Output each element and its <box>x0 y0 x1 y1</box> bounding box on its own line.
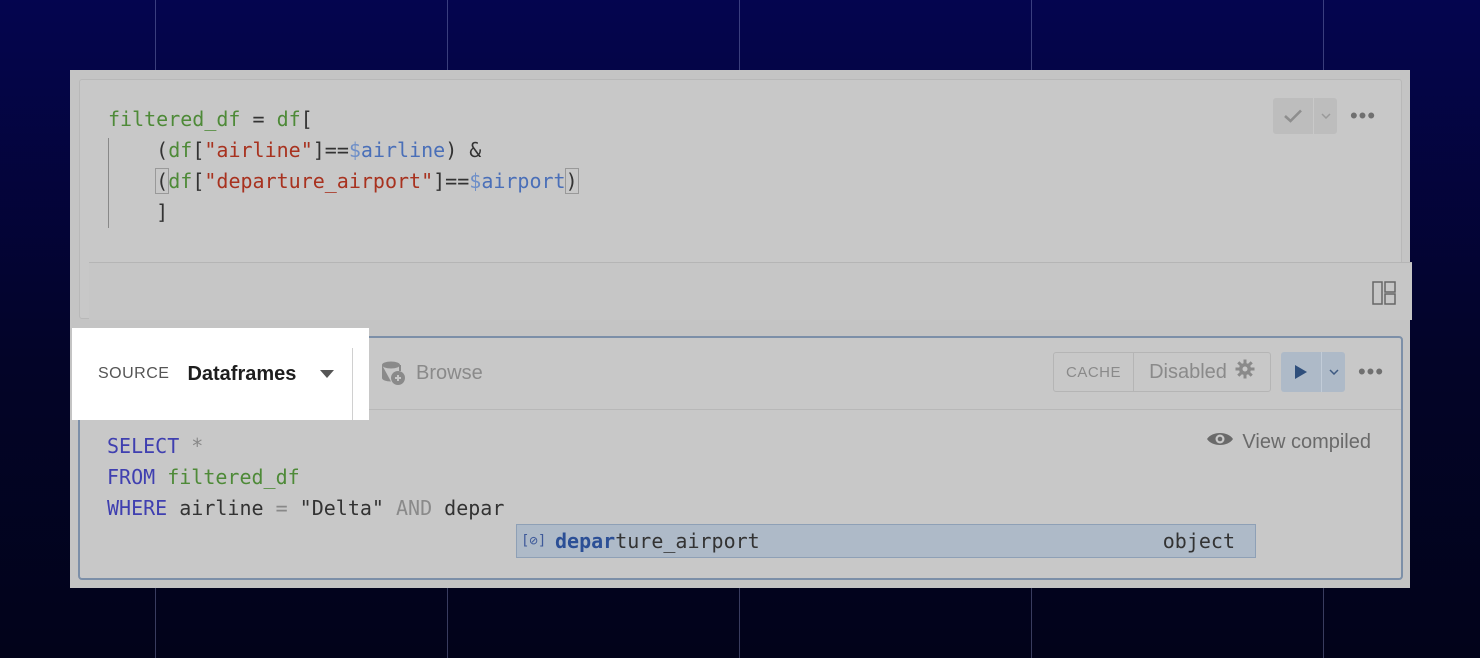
more-options-button[interactable]: ••• <box>1353 354 1389 390</box>
cache-label: CACHE <box>1054 353 1134 391</box>
code-token: $ <box>469 169 482 193</box>
variable-icon: [⊘] <box>521 533 547 549</box>
code-token: airline <box>360 138 446 162</box>
caret-down-icon[interactable] <box>320 370 335 378</box>
cache-control[interactable]: CACHE Disabled <box>1053 352 1271 392</box>
sql-cell[interactable]: SOURCE Dataframes Browse CACHE Disabled … <box>72 328 1403 580</box>
autocomplete-type: object <box>1162 529 1235 553</box>
notebook-stage: filtered_df = df[ (df["airline"]==$airli… <box>70 70 1412 588</box>
view-compiled-label: View compiled <box>1242 430 1371 453</box>
code-token: ) & <box>445 138 482 162</box>
more-options-button[interactable]: ••• <box>1345 98 1381 134</box>
code-token: ]== <box>312 138 349 162</box>
divider <box>352 348 353 420</box>
code-token: df <box>276 107 301 131</box>
play-icon[interactable] <box>1281 352 1321 392</box>
code-token: df <box>168 138 193 162</box>
code-token: * <box>179 434 204 458</box>
code-token: "departure_airport" <box>204 169 434 193</box>
code-token: airport <box>481 169 566 193</box>
database-browse-icon <box>380 360 406 386</box>
sql-code-editor[interactable]: SELECT * FROM filtered_df WHERE airline … <box>107 431 504 524</box>
code-token: [ <box>192 169 205 193</box>
run-button-group[interactable] <box>1281 352 1345 392</box>
code-token: WHERE <box>107 496 168 520</box>
code-token: "Delta" <box>287 496 397 520</box>
code-token: ( <box>156 138 169 162</box>
python-cell-actions: ••• <box>1273 98 1381 134</box>
python-cell[interactable]: filtered_df = df[ (df["airline"]==$airli… <box>79 79 1412 320</box>
code-token: airline <box>167 496 276 520</box>
code-token: filtered_df <box>155 465 300 489</box>
cache-toggle[interactable]: Disabled <box>1134 353 1270 391</box>
code-token: ]== <box>433 169 470 193</box>
autocomplete-match: depar <box>555 529 616 553</box>
code-token: ] <box>156 200 169 224</box>
code-token: filtered_df <box>108 107 241 131</box>
autocomplete-rest: ture_airport <box>615 529 760 553</box>
code-token: = <box>240 107 277 131</box>
sql-toolbar: SOURCE Dataframes Browse CACHE Disabled … <box>72 328 1401 420</box>
browse-label: Browse <box>416 361 483 384</box>
source-selector[interactable]: SOURCE Dataframes <box>72 328 369 420</box>
code-token: SELECT <box>107 434 180 458</box>
code-token: [ <box>300 107 313 131</box>
code-token: df <box>168 169 193 193</box>
code-token: FROM <box>107 465 156 489</box>
code-token: ) <box>564 168 579 194</box>
python-code-editor[interactable]: filtered_df = df[ (df["airline"]==$airli… <box>108 104 579 228</box>
gear-icon[interactable] <box>1235 359 1255 385</box>
code-token: depar <box>432 496 505 520</box>
code-token: [ <box>192 138 205 162</box>
source-label: SOURCE <box>98 365 170 382</box>
code-token: = <box>275 496 288 520</box>
autocomplete-suggestion[interactable]: [⊘] depar ture_airport object <box>516 524 1256 558</box>
code-token: ( <box>155 168 170 194</box>
code-token: AND <box>396 496 433 520</box>
check-icon[interactable] <box>1273 98 1313 134</box>
chevron-down-icon[interactable] <box>1313 98 1337 134</box>
code-token: "airline" <box>204 138 313 162</box>
run-check-button[interactable] <box>1273 98 1337 134</box>
code-token: $ <box>348 138 361 162</box>
python-cell-footer <box>89 262 1412 320</box>
view-compiled-button[interactable]: View compiled <box>1206 430 1371 454</box>
layout-icon[interactable] <box>1372 281 1396 305</box>
cache-value: Disabled <box>1149 360 1227 383</box>
source-value[interactable]: Dataframes <box>187 363 296 386</box>
eye-icon <box>1206 430 1234 454</box>
browse-button[interactable]: Browse <box>380 360 483 386</box>
chevron-down-icon[interactable] <box>1321 352 1345 392</box>
